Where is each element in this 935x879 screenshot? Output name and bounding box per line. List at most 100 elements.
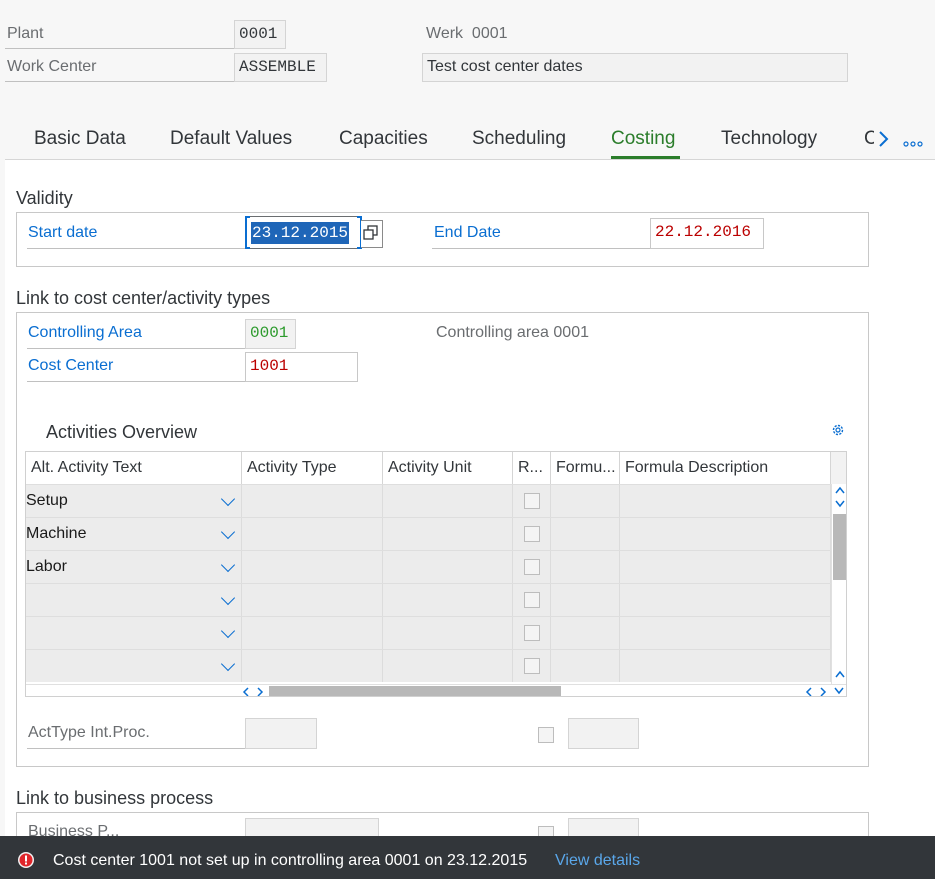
- cell-r: [513, 485, 551, 517]
- table-row[interactable]: Setup: [26, 484, 831, 517]
- controlling-area-field[interactable]: 0001: [245, 319, 296, 349]
- tabs-scroll-right-icon[interactable]: [877, 130, 891, 148]
- column-header-formula[interactable]: Formu...: [551, 452, 620, 484]
- scroll-left-end-icon[interactable]: [805, 687, 813, 697]
- cell-formula[interactable]: [551, 551, 620, 583]
- cell-formula[interactable]: [551, 485, 620, 517]
- dropdown-chevron-down-icon[interactable]: [220, 590, 236, 606]
- dropdown-chevron-down-icon[interactable]: [220, 524, 236, 540]
- horizontal-scroll-thumb[interactable]: [269, 686, 561, 696]
- cell-alt-activity-text[interactable]: [26, 617, 242, 649]
- cell-activity-type[interactable]: [242, 584, 383, 616]
- cell-alt-activity-text[interactable]: Labor: [26, 551, 242, 583]
- cell-activity-unit[interactable]: [383, 551, 513, 583]
- row-checkbox[interactable]: [524, 493, 540, 509]
- dropdown-chevron-down-icon[interactable]: [220, 557, 236, 573]
- tab-default-values[interactable]: Default Values: [170, 128, 292, 150]
- column-header-alt-activity-text[interactable]: Alt. Activity Text: [26, 452, 242, 484]
- cell-formula[interactable]: [551, 617, 620, 649]
- row-checkbox[interactable]: [524, 526, 540, 542]
- row-checkbox[interactable]: [524, 559, 540, 575]
- table-row[interactable]: Machine: [26, 517, 831, 550]
- cell-activity-type[interactable]: [242, 518, 383, 550]
- acttype-int-proc-field-2[interactable]: [568, 718, 639, 749]
- scroll-right-end-icon[interactable]: [819, 687, 827, 697]
- cell-activity-unit[interactable]: [383, 617, 513, 649]
- vertical-scrollbar[interactable]: [831, 484, 846, 684]
- start-date-value-help-button[interactable]: [361, 220, 383, 248]
- view-details-link[interactable]: View details: [555, 852, 640, 870]
- dropdown-chevron-down-icon[interactable]: [220, 491, 236, 507]
- cell-formula-description: [620, 584, 831, 616]
- table-row[interactable]: [26, 616, 831, 649]
- scroll-up-icon[interactable]: [835, 486, 845, 494]
- horizontal-scrollbar[interactable]: [26, 684, 846, 697]
- column-header-r[interactable]: R...: [513, 452, 551, 484]
- dropdown-chevron-down-icon[interactable]: [220, 623, 236, 639]
- scroll-page-down-icon[interactable]: [834, 687, 844, 695]
- plant-description: Werk 0001: [426, 25, 508, 42]
- cell-activity-unit[interactable]: [383, 485, 513, 517]
- table-settings-gear-icon[interactable]: [830, 422, 846, 438]
- tab-scheduling[interactable]: Scheduling: [472, 128, 566, 150]
- table-row[interactable]: [26, 649, 831, 682]
- work-center-field[interactable]: ASSEMBLE: [234, 53, 327, 82]
- end-date-underline: [432, 248, 652, 249]
- column-header-activity-type[interactable]: Activity Type: [242, 452, 383, 484]
- plant-label: Plant: [7, 25, 44, 42]
- column-header-formula-description[interactable]: Formula Description: [620, 452, 831, 484]
- activities-overview-title: Activities Overview: [46, 422, 198, 442]
- cell-formula-description: [620, 518, 831, 550]
- work-center-description: Test cost center dates: [422, 53, 848, 82]
- plant-field[interactable]: 0001: [234, 20, 286, 49]
- start-date-field[interactable]: 23.12.2015: [245, 216, 362, 249]
- controlling-area-underline: [27, 348, 249, 349]
- dropdown-chevron-down-icon[interactable]: [220, 656, 236, 672]
- cell-formula-description: [620, 551, 831, 583]
- cell-activity-unit[interactable]: [383, 584, 513, 616]
- acttype-int-proc-underline: [27, 748, 249, 749]
- acttype-int-proc-field[interactable]: [245, 718, 317, 749]
- cell-formula[interactable]: [551, 518, 620, 550]
- cell-r: [513, 551, 551, 583]
- start-date-underline: [27, 248, 249, 249]
- row-checkbox[interactable]: [524, 625, 540, 641]
- tab-technology[interactable]: Technology: [721, 128, 817, 150]
- scroll-down-icon[interactable]: [835, 500, 845, 508]
- cell-activity-type[interactable]: [242, 485, 383, 517]
- cell-activity-unit[interactable]: [383, 650, 513, 682]
- scroll-page-up-icon[interactable]: [835, 670, 845, 678]
- tab-truncated[interactable]: C: [864, 128, 874, 150]
- tab-costing[interactable]: Costing: [611, 128, 675, 150]
- column-header-activity-unit[interactable]: Activity Unit: [383, 452, 513, 484]
- cell-alt-activity-text[interactable]: Setup: [26, 485, 242, 517]
- table-row[interactable]: [26, 583, 831, 616]
- cell-formula-description: [620, 617, 831, 649]
- row-checkbox[interactable]: [524, 592, 540, 608]
- end-date-field[interactable]: 22.12.2016: [650, 218, 764, 249]
- more-tabs-icon[interactable]: [903, 140, 923, 148]
- work-center-underline: [5, 81, 235, 82]
- cell-alt-activity-text[interactable]: [26, 650, 242, 682]
- table-row[interactable]: Labor: [26, 550, 831, 583]
- cost-center-field[interactable]: 1001: [245, 352, 358, 382]
- cell-alt-activity-text[interactable]: [26, 584, 242, 616]
- row-checkbox[interactable]: [524, 658, 540, 674]
- scroll-right-icon[interactable]: [256, 687, 264, 697]
- cell-formula[interactable]: [551, 650, 620, 682]
- cell-activity-unit[interactable]: [383, 518, 513, 550]
- controlling-area-description: Controlling area 0001: [436, 324, 589, 341]
- column-header-filler: [831, 452, 846, 484]
- cell-activity-type[interactable]: [242, 617, 383, 649]
- cell-formula[interactable]: [551, 584, 620, 616]
- acttype-int-proc-checkbox[interactable]: [538, 727, 554, 743]
- scroll-left-icon[interactable]: [242, 687, 250, 697]
- vertical-scroll-thumb[interactable]: [833, 514, 846, 580]
- cell-activity-type[interactable]: [242, 650, 383, 682]
- work-center-label: Work Center: [7, 58, 97, 75]
- cell-activity-type[interactable]: [242, 551, 383, 583]
- tab-basic-data[interactable]: Basic Data: [34, 128, 126, 150]
- cell-alt-activity-text[interactable]: Machine: [26, 518, 242, 550]
- link-cost-center-title: Link to cost center/activity types: [16, 288, 271, 308]
- tab-capacities[interactable]: Capacities: [339, 128, 428, 150]
